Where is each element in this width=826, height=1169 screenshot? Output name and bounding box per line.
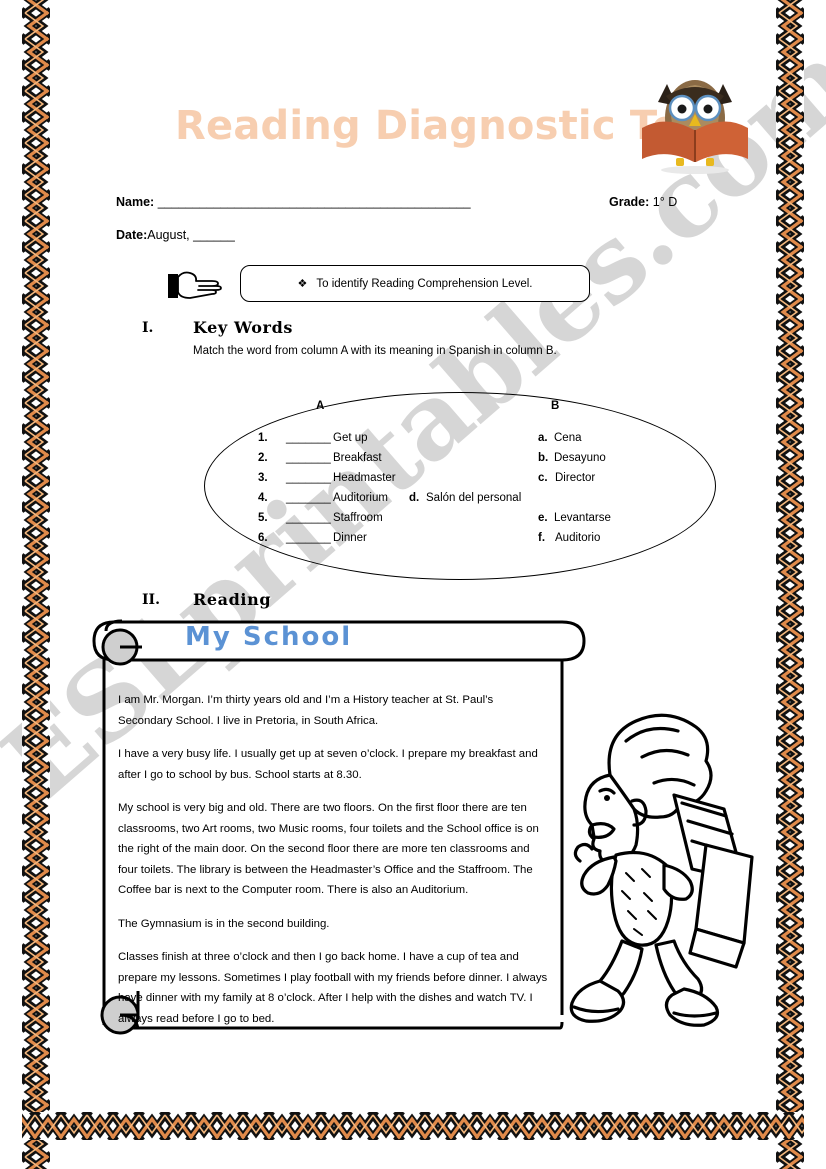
match-word-b: Cena xyxy=(554,432,582,444)
match-letter-b: c. xyxy=(538,472,548,484)
match-letter-b: d. xyxy=(409,492,420,504)
match-letter-b: b. xyxy=(538,452,549,464)
match-word-a: Headmaster xyxy=(333,472,396,484)
match-row[interactable]: 2. _______ Breakfast b. Desayuno xyxy=(258,452,688,471)
grade-field: Grade: 1° D xyxy=(609,195,677,209)
reading-heading: My School xyxy=(185,622,353,652)
match-row[interactable]: 1. _______ Get up a. Cena xyxy=(258,432,688,451)
match-number: 2. xyxy=(258,452,268,464)
column-b-header: B xyxy=(551,400,560,412)
section-1-title: Key Words xyxy=(193,318,293,337)
match-letter-b: f. xyxy=(538,532,546,544)
match-row[interactable]: 6. _______ Dinner f. Auditorio xyxy=(258,532,688,551)
owl-reading-book-icon xyxy=(642,80,748,174)
date-label: Date: xyxy=(116,228,148,242)
reading-paragraph: Classes finish at three o’clock and then… xyxy=(118,951,548,1025)
match-word-a: Auditorium xyxy=(333,492,388,504)
section-2-number: II. xyxy=(142,592,160,608)
reading-paragraph: The Gymnasium is in the second building. xyxy=(118,917,330,930)
match-word-a: Breakfast xyxy=(333,452,382,464)
match-word-a: Dinner xyxy=(333,532,367,544)
name-field[interactable]: Name: __________________________________… xyxy=(116,195,471,209)
date-value: August, ______ xyxy=(147,228,235,242)
match-word-a: Get up xyxy=(333,432,368,444)
reading-paragraph: My school is very big and old. There are… xyxy=(118,802,539,896)
match-blank[interactable]: _______ xyxy=(286,532,331,544)
section-1-number: I. xyxy=(142,320,154,336)
worksheet-page: Reading Diagnostic Test Name: __________… xyxy=(0,0,826,1169)
match-number: 5. xyxy=(258,512,268,524)
match-word-b: Auditorio xyxy=(555,532,601,544)
objective-text-row: ❖ To identify Reading Comprehension Level… xyxy=(298,277,533,290)
objective-box: ❖ To identify Reading Comprehension Level… xyxy=(240,265,590,302)
objective-text: To identify Reading Comprehension Level. xyxy=(316,278,533,290)
match-number: 1. xyxy=(258,432,268,444)
match-blank[interactable]: _______ xyxy=(286,512,331,524)
column-a-header: A xyxy=(316,400,325,412)
match-blank[interactable]: _______ xyxy=(286,452,331,464)
reading-paragraph: I have a very busy life. I usually get u… xyxy=(118,748,538,781)
match-row[interactable]: 3. _______ Headmaster c. Director xyxy=(258,472,688,491)
match-row[interactable]: 5. _______ Staffroom e. Levantarse xyxy=(258,512,688,531)
date-field[interactable]: Date:August, ______ xyxy=(116,228,235,242)
match-word-a: Staffroom xyxy=(333,512,383,524)
match-letter-b: e. xyxy=(538,512,548,524)
match-blank[interactable]: _______ xyxy=(286,492,331,504)
grade-label: Grade: xyxy=(609,195,650,209)
pointing-hand-icon xyxy=(168,271,222,299)
match-word-b: Levantarse xyxy=(554,512,611,524)
section-2-title: Reading xyxy=(193,590,272,609)
match-row[interactable]: 4. _______ Auditorium d. Salón del perso… xyxy=(258,492,688,511)
match-letter-b: a. xyxy=(538,432,548,444)
match-word-b: Desayuno xyxy=(554,452,606,464)
match-number: 6. xyxy=(258,532,268,544)
diamond-bullet-icon: ❖ xyxy=(297,278,308,290)
match-number: 3. xyxy=(258,472,268,484)
match-word-b: Salón del personal xyxy=(426,492,522,504)
grade-value: 1° D xyxy=(652,195,678,209)
match-instruction: Match the word from column A with its me… xyxy=(193,345,557,357)
reading-paragraph: I am Mr. Morgan. I’m thirty years old an… xyxy=(118,694,494,727)
name-rule: ________________________________________… xyxy=(157,195,471,209)
name-label: Name: xyxy=(116,195,155,209)
match-blank[interactable]: _______ xyxy=(286,432,331,444)
boy-running-with-books-illustration xyxy=(569,713,754,1027)
reading-passage: I am Mr. Morgan. I’m thirty years old an… xyxy=(118,690,550,1042)
match-blank[interactable]: _______ xyxy=(286,472,331,484)
match-number: 4. xyxy=(258,492,268,504)
match-word-b: Director xyxy=(555,472,596,484)
